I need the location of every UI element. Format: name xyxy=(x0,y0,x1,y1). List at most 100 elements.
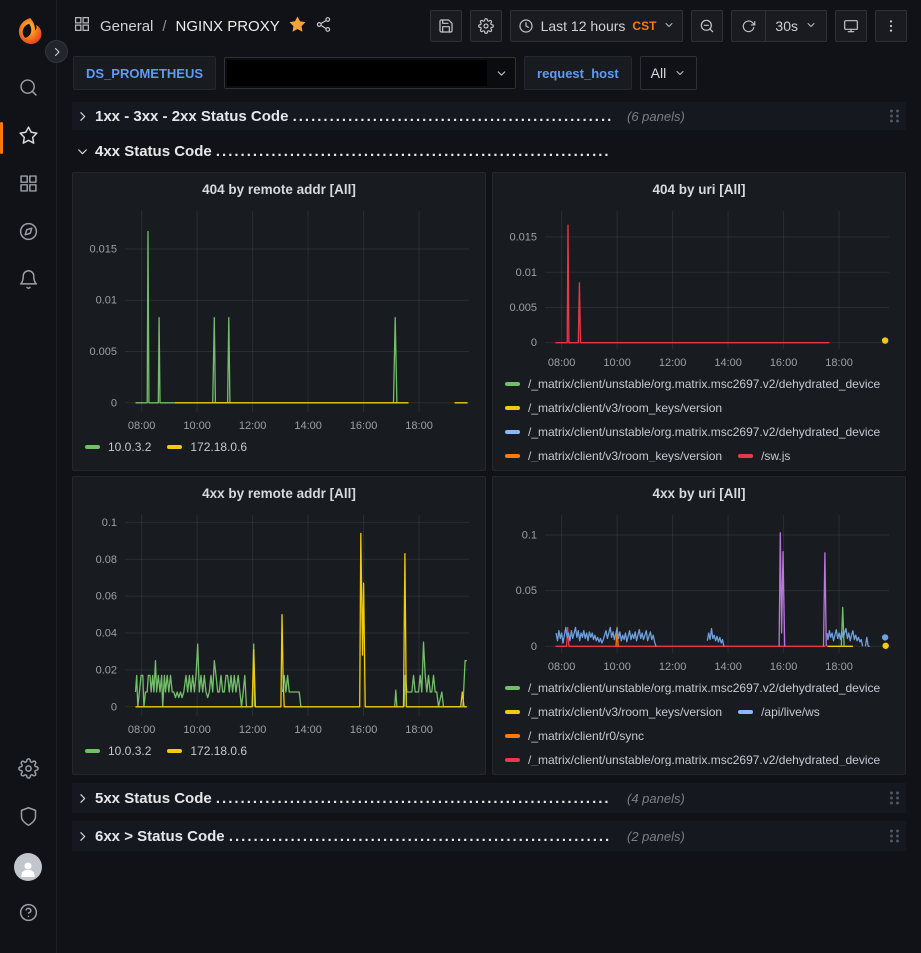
legend-series-label: /_matrix/client/r0/sync xyxy=(528,729,644,743)
refresh-button[interactable] xyxy=(732,11,765,41)
sidebar-item-starred[interactable] xyxy=(0,114,57,162)
chevron-right-icon xyxy=(76,792,89,805)
svg-text:08:00: 08:00 xyxy=(548,661,576,673)
svg-text:14:00: 14:00 xyxy=(714,357,742,369)
svg-text:12:00: 12:00 xyxy=(239,724,267,736)
row-drag-handle-icon[interactable] xyxy=(890,792,900,805)
sidebar-item-dashboards[interactable] xyxy=(0,162,57,210)
row-panel-count: (6 panels) xyxy=(627,109,685,124)
panel-grid: 404 by remote addr [All] 00.0050.010.015… xyxy=(72,172,906,775)
zoom-out-button[interactable] xyxy=(691,10,723,42)
main-area: General / NGINX PROXY La xyxy=(57,0,921,953)
dashboard-settings-button[interactable] xyxy=(470,10,502,42)
legend-item[interactable]: /_matrix/client/unstable/org.matrix.msc2… xyxy=(505,421,880,443)
share-icon[interactable] xyxy=(315,16,332,37)
svg-text:08:00: 08:00 xyxy=(548,357,576,369)
svg-text:0.02: 0.02 xyxy=(96,664,117,676)
legend-item[interactable]: /_matrix/client/v3/room_keys/version xyxy=(505,445,722,462)
variable-ds-prometheus-label[interactable]: DS_PROMETHEUS xyxy=(73,56,216,90)
legend-item[interactable]: /api/live/ws xyxy=(738,701,820,723)
svg-text:10:00: 10:00 xyxy=(603,661,631,673)
legend-series-label: /_matrix/client/v3/room_keys/version xyxy=(528,449,722,462)
legend-item[interactable]: 172.18.0.6 xyxy=(167,740,247,762)
sidebar-item-search[interactable] xyxy=(0,66,57,114)
time-range-picker[interactable]: Last 12 hours CST xyxy=(510,10,684,42)
sidebar-item-alerting[interactable] xyxy=(0,258,57,306)
legend-series-label: 10.0.3.2 xyxy=(108,440,151,454)
variable-request-host-label[interactable]: request_host xyxy=(524,56,632,90)
panel-title[interactable]: 404 by remote addr [All] xyxy=(81,179,477,201)
breadcrumb-folder[interactable]: General xyxy=(100,18,153,35)
sidebar-expand-button[interactable] xyxy=(45,40,68,63)
sidebar-item-configuration[interactable] xyxy=(0,747,57,795)
svg-text:08:00: 08:00 xyxy=(128,724,156,736)
star-icon xyxy=(18,125,39,151)
legend-item[interactable]: /_matrix/client/unstable/org.matrix.msc2… xyxy=(505,749,880,766)
sidebar-item-profile[interactable] xyxy=(0,843,57,891)
cycle-view-button[interactable] xyxy=(835,10,867,42)
svg-text:0.015: 0.015 xyxy=(509,232,537,244)
clock-icon xyxy=(518,18,534,34)
row-drag-handle-icon[interactable] xyxy=(890,110,900,123)
legend-item[interactable]: /_matrix/client/r0/sync xyxy=(505,725,644,747)
row-header-4xx[interactable]: 4xx Status Code ........................… xyxy=(72,138,906,164)
sidebar-item-help[interactable] xyxy=(0,891,57,939)
row-leader-dots: ........................................… xyxy=(216,143,611,160)
top-navbar: General / NGINX PROXY La xyxy=(57,0,921,52)
legend-series-label: 172.18.0.6 xyxy=(190,440,247,454)
legend-item[interactable]: /_matrix/client/unstable/org.matrix.msc2… xyxy=(505,373,880,395)
legend-item[interactable]: /_matrix/client/v3/room_keys/version xyxy=(505,701,722,723)
compass-icon xyxy=(18,221,39,247)
breadcrumb-separator: / xyxy=(162,18,166,35)
row-leader-dots: ........................................… xyxy=(216,790,611,807)
svg-text:10:00: 10:00 xyxy=(603,357,631,369)
legend-series-swatch xyxy=(505,686,520,690)
legend-item[interactable]: 10.0.3.2 xyxy=(85,740,151,762)
legend-item[interactable]: /_matrix/client/v3/room_keys/version xyxy=(505,397,722,419)
panel-4xx-by-uri: 4xx by uri [All] 00.050.108:0010:0012:00… xyxy=(492,476,906,775)
save-icon xyxy=(438,18,454,34)
timeseries-plot[interactable]: 00.050.108:0010:0012:0014:0016:0018:00 xyxy=(501,505,897,677)
svg-text:08:00: 08:00 xyxy=(128,420,156,432)
chevron-down-icon xyxy=(674,67,686,79)
timeseries-plot[interactable]: 00.0050.010.01508:0010:0012:0014:0016:00… xyxy=(501,201,897,373)
svg-text:0: 0 xyxy=(111,397,117,409)
svg-text:10:00: 10:00 xyxy=(183,420,211,432)
variable-request-host-select[interactable]: All xyxy=(640,56,698,90)
panel-title[interactable]: 4xx by remote addr [All] xyxy=(81,483,477,505)
monitor-icon xyxy=(843,18,859,34)
apps-grid-icon[interactable] xyxy=(73,15,91,37)
zoom-out-icon xyxy=(699,18,715,34)
chevron-right-icon xyxy=(76,830,89,843)
panel-title[interactable]: 4xx by uri [All] xyxy=(501,483,897,505)
variable-ds-prometheus-select[interactable] xyxy=(224,57,516,89)
sidebar-item-server-admin[interactable] xyxy=(0,795,57,843)
help-circle-icon xyxy=(18,902,39,928)
row-header-6xx[interactable]: 6xx > Status Code ......................… xyxy=(72,821,906,851)
legend-item[interactable]: /sw.js xyxy=(738,445,790,462)
legend-series-label: /_matrix/client/unstable/org.matrix.msc2… xyxy=(528,425,880,439)
row-panel-count: (2 panels) xyxy=(627,829,685,844)
svg-text:0.01: 0.01 xyxy=(516,267,537,279)
svg-text:18:00: 18:00 xyxy=(405,724,433,736)
timeseries-plot[interactable]: 00.020.040.060.080.108:0010:0012:0014:00… xyxy=(81,505,477,740)
dashboard-title[interactable]: NGINX PROXY xyxy=(176,18,280,35)
row-header-1xx-3xx-2xx[interactable]: 1xx - 3xx - 2xx Status Code ............… xyxy=(72,102,906,130)
row-leader-dots: ........................................… xyxy=(293,108,611,125)
legend-item[interactable]: 172.18.0.6 xyxy=(167,436,247,458)
svg-text:12:00: 12:00 xyxy=(659,661,687,673)
legend-series-swatch xyxy=(85,445,100,449)
legend-item[interactable]: 10.0.3.2 xyxy=(85,436,151,458)
row-title: 5xx Status Code xyxy=(95,790,216,807)
more-options-button[interactable] xyxy=(875,10,907,42)
panel-title[interactable]: 404 by uri [All] xyxy=(501,179,897,201)
legend-item[interactable]: /_matrix/client/unstable/org.matrix.msc2… xyxy=(505,677,880,699)
save-dashboard-button[interactable] xyxy=(430,10,462,42)
sidebar-item-explore[interactable] xyxy=(0,210,57,258)
timeseries-plot[interactable]: 00.0050.010.01508:0010:0012:0014:0016:00… xyxy=(81,201,477,436)
row-header-5xx[interactable]: 5xx Status Code ........................… xyxy=(72,783,906,813)
svg-text:0: 0 xyxy=(111,701,117,713)
favorite-star-icon[interactable] xyxy=(289,16,306,37)
refresh-interval-dropdown[interactable]: 30s xyxy=(765,11,826,41)
row-drag-handle-icon[interactable] xyxy=(890,830,900,843)
